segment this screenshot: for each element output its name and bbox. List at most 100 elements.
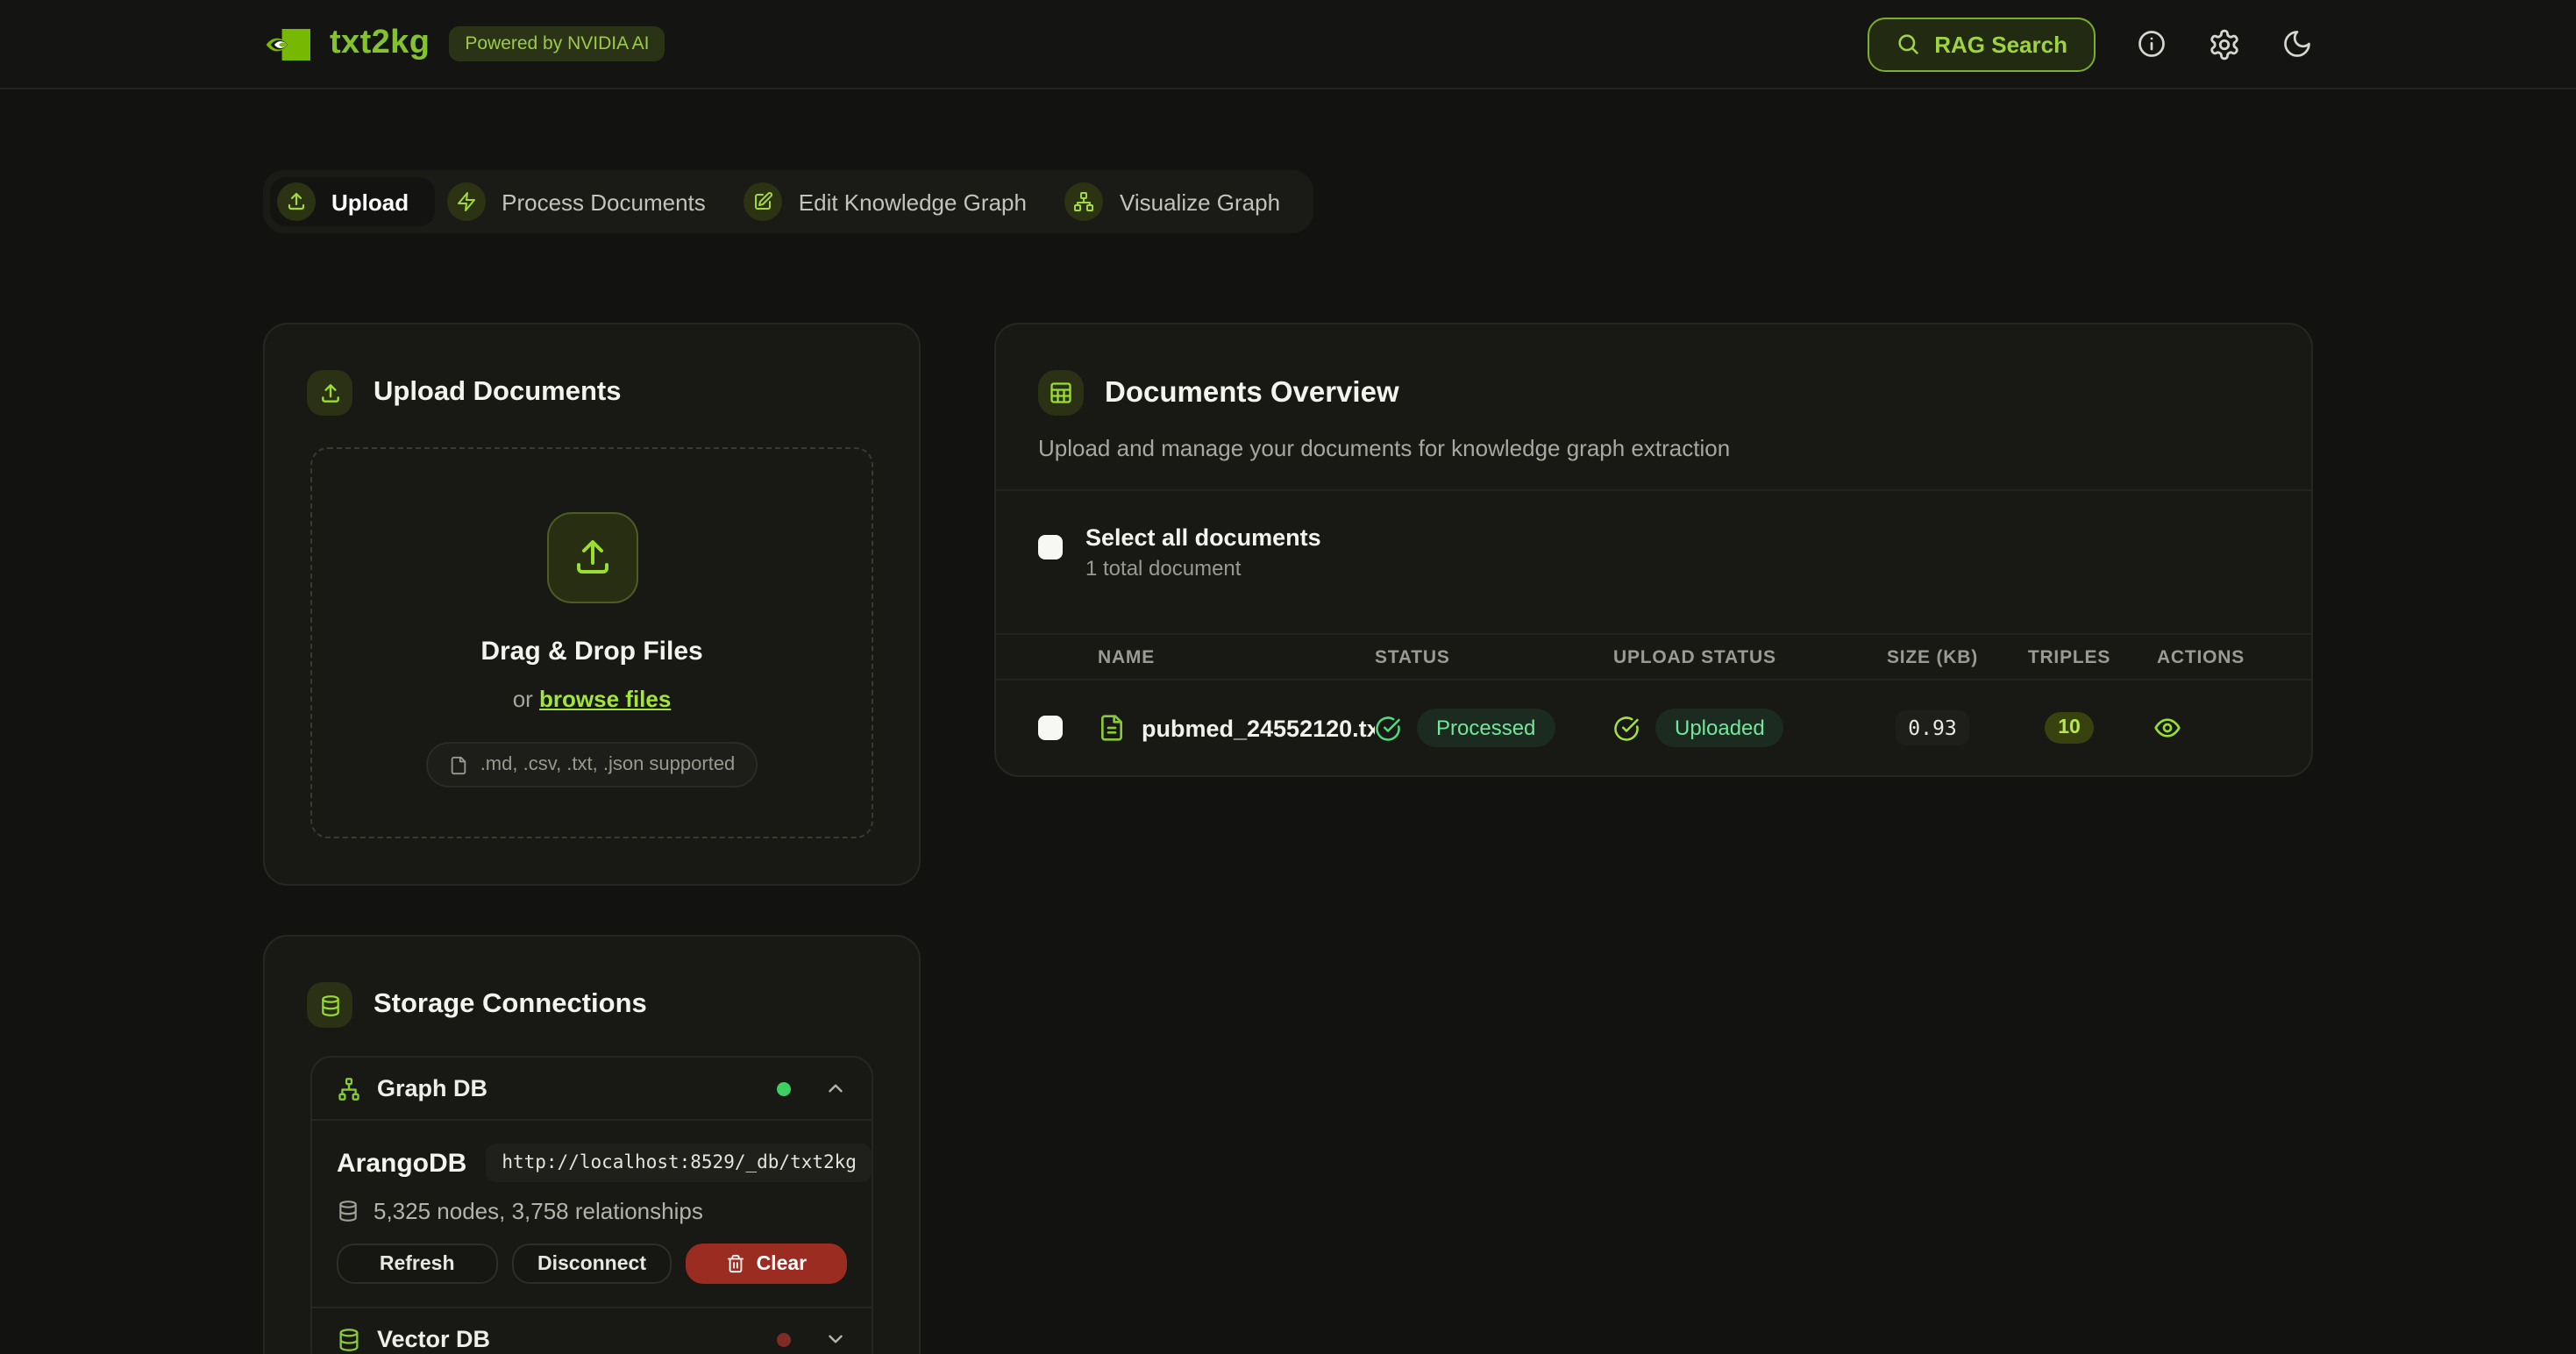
select-all-checkbox[interactable]	[1038, 535, 1063, 559]
graph-db-stats-row: 5,325 nodes, 3,758 relationships	[337, 1198, 847, 1224]
database-icon	[307, 982, 352, 1028]
clear-button[interactable]: Clear	[687, 1244, 847, 1284]
chevron-down-icon	[824, 1328, 847, 1350]
upload-icon	[277, 182, 316, 221]
workflow-tabbar: Upload Process Documents Edit Knowledge …	[263, 170, 1313, 233]
browse-files-link[interactable]: browse files	[539, 686, 671, 712]
nvidia-logo-icon	[263, 27, 310, 61]
graph-db-status-dot	[777, 1081, 791, 1095]
cell-status: Processed	[1375, 709, 1613, 747]
graph-db-body: ArangoDB http://localhost:8529/_db/txt2k…	[312, 1121, 872, 1307]
triples-count-badge: 10	[2044, 712, 2095, 744]
clear-label: Clear	[757, 1253, 808, 1274]
tab-label: Upload	[331, 189, 409, 215]
table-icon	[1038, 370, 1084, 416]
graph-db-stats: 5,325 nodes, 3,758 relationships	[374, 1198, 703, 1224]
cell-upload-status: Uploaded	[1613, 709, 1859, 747]
column-size: SIZE (KB)	[1859, 646, 2006, 667]
check-circle-icon	[1375, 715, 1401, 741]
tab-edit-knowledge-graph[interactable]: Edit Knowledge Graph	[737, 177, 1053, 226]
graph-db-label: Graph DB	[377, 1075, 761, 1101]
table-row: pubmed_24552120.txt Processed Uploaded 0…	[996, 681, 2311, 775]
view-document-button[interactable]	[2153, 714, 2181, 742]
row-checkbox[interactable]	[1038, 716, 1063, 740]
or-label: or	[513, 686, 539, 712]
app-title: txt2kg	[330, 25, 430, 63]
navbar-actions: RAG Search	[1868, 17, 2313, 71]
file-icon	[449, 755, 468, 774]
cell-name: pubmed_24552120.txt	[1098, 714, 1375, 742]
storage-card-title: Storage Connections	[374, 989, 647, 1021]
right-column: Documents Overview Upload and manage you…	[994, 323, 2313, 777]
column-name: NAME	[1098, 646, 1375, 667]
tab-upload[interactable]: Upload	[270, 177, 435, 226]
theme-toggle-button[interactable]	[2281, 28, 2313, 60]
rag-search-button[interactable]: RAG Search	[1868, 17, 2096, 71]
documents-card-subtitle: Upload and manage your documents for kno…	[996, 435, 2311, 461]
tab-label: Process Documents	[502, 189, 706, 215]
rag-search-label: RAG Search	[1934, 31, 2067, 57]
documents-card-header: Documents Overview	[996, 324, 2311, 416]
select-all-text: Select all documents 1 total document	[1085, 524, 1321, 581]
upload-documents-card: Upload Documents Drag & Drop Files or br…	[263, 323, 921, 886]
graph-db-header[interactable]: Graph DB	[312, 1058, 872, 1121]
network-icon	[1065, 182, 1104, 221]
column-triples: TRIPLES	[2006, 646, 2132, 667]
cell-actions	[2132, 714, 2269, 742]
brand-group: txt2kg Powered by NVIDIA AI	[263, 25, 665, 63]
vector-db-header[interactable]: Vector DB	[312, 1307, 872, 1354]
documents-card-title: Documents Overview	[1105, 376, 1399, 410]
check-circle-icon	[1613, 715, 1640, 741]
graph-db-provider: ArangoDB	[337, 1148, 466, 1178]
upload-card-header: Upload Documents	[265, 324, 919, 416]
graph-db-provider-row: ArangoDB http://localhost:8529/_db/txt2k…	[337, 1144, 847, 1182]
document-name: pubmed_24552120.txt	[1142, 715, 1375, 741]
info-icon	[2136, 28, 2167, 60]
cell-size: 0.93	[1859, 710, 2006, 745]
tab-visualize-graph[interactable]: Visualize Graph	[1058, 177, 1306, 226]
documents-table-header: NAME STATUS UPLOAD STATUS SIZE (KB) TRIP…	[996, 633, 2311, 681]
tab-process-documents[interactable]: Process Documents	[440, 177, 732, 226]
refresh-button[interactable]: Refresh	[337, 1244, 497, 1284]
disconnect-button[interactable]: Disconnect	[511, 1244, 672, 1284]
documents-overview-card: Documents Overview Upload and manage you…	[994, 323, 2313, 777]
tab-label: Visualize Graph	[1120, 189, 1280, 215]
moon-icon	[2281, 28, 2313, 60]
dropzone-heading: Drag & Drop Files	[337, 637, 847, 666]
file-text-icon	[1098, 714, 1126, 742]
total-documents-label: 1 total document	[1085, 556, 1321, 581]
upload-tray-icon[interactable]	[546, 512, 637, 603]
graph-db-actions: Refresh Disconnect Clear	[337, 1244, 847, 1284]
upload-status-badge: Uploaded	[1655, 709, 1784, 747]
database-icon	[337, 1200, 359, 1222]
select-all-label: Select all documents	[1085, 524, 1321, 551]
dropzone-subline: or browse files	[337, 686, 847, 712]
column-actions: ACTIONS	[2132, 646, 2269, 667]
supported-formats-pill: .md, .csv, .txt, .json supported	[426, 742, 758, 787]
graph-db-url: http://localhost:8529/_db/txt2kg	[486, 1144, 872, 1182]
settings-button[interactable]	[2208, 27, 2241, 61]
search-icon	[1896, 32, 1920, 56]
cell-triples: 10	[2006, 712, 2132, 744]
powered-by-badge: Powered by NVIDIA AI	[449, 26, 665, 61]
gear-icon	[2208, 27, 2241, 61]
database-icon	[337, 1327, 361, 1351]
column-upload-status: UPLOAD STATUS	[1613, 646, 1859, 667]
top-navbar: txt2kg Powered by NVIDIA AI RAG Search	[0, 0, 2576, 89]
upload-icon	[307, 370, 352, 416]
storage-card-header: Storage Connections	[265, 937, 919, 1028]
graph-nodes-icon	[337, 1076, 361, 1101]
left-column: Upload Documents Drag & Drop Files or br…	[263, 323, 921, 1354]
dropzone[interactable]: Drag & Drop Files or browse files .md, .…	[310, 447, 873, 838]
db-panel: Graph DB ArangoDB http://localhost:8529/…	[310, 1056, 873, 1354]
main-content: Upload Documents Drag & Drop Files or br…	[263, 323, 2313, 1354]
info-button[interactable]	[2136, 28, 2167, 60]
size-value: 0.93	[1896, 710, 1968, 745]
upload-card-title: Upload Documents	[374, 377, 621, 409]
vector-db-label: Vector DB	[377, 1326, 761, 1352]
select-all-row: Select all documents 1 total document	[996, 491, 2311, 581]
app-root: txt2kg Powered by NVIDIA AI RAG Search	[0, 0, 2576, 1354]
status-badge: Processed	[1417, 709, 1555, 747]
zap-icon	[447, 182, 486, 221]
supported-formats-label: .md, .csv, .txt, .json supported	[480, 754, 736, 775]
